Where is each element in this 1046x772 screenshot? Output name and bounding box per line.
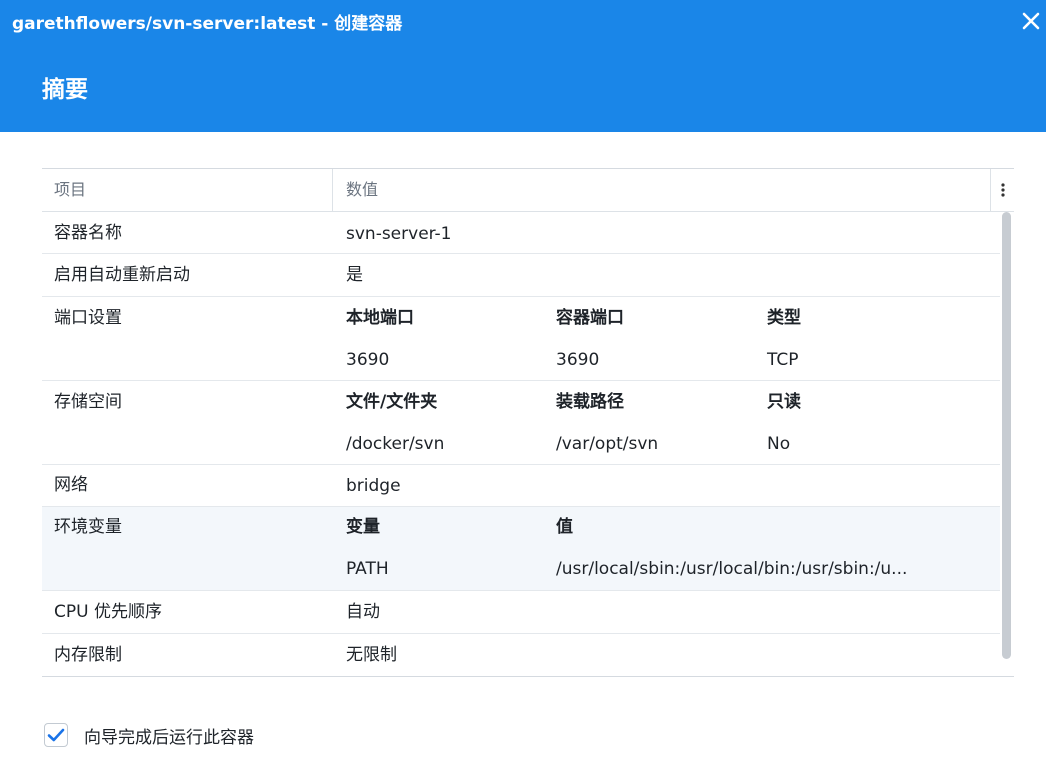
read-only-value: No bbox=[767, 434, 791, 454]
more-vertical-icon bbox=[1001, 183, 1005, 197]
row-value: 自动 bbox=[346, 602, 380, 622]
column-menu-button[interactable] bbox=[990, 169, 1015, 211]
table-row[interactable]: 存储空间 文件/文件夹 装载路径 只读 /docker/svn /var/opt… bbox=[42, 381, 1000, 465]
row-value: svn-server-1 bbox=[346, 224, 452, 244]
run-after-checkbox[interactable] bbox=[44, 723, 68, 747]
local-port-value: 3690 bbox=[346, 350, 390, 370]
column-divider[interactable] bbox=[332, 169, 333, 211]
table-row[interactable]: 环境变量 变量 值 PATH /usr/local/sbin:/usr/loca… bbox=[42, 507, 1000, 591]
checkmark-icon bbox=[47, 728, 65, 742]
window-title: garethflowers/svn-server:latest - 创建容器 bbox=[12, 14, 403, 34]
table-row[interactable]: CPU 优先顺序 自动 bbox=[42, 591, 1000, 634]
row-label: CPU 优先顺序 bbox=[54, 602, 162, 622]
subheader-variable: 变量 bbox=[346, 517, 380, 537]
dialog-header: garethflowers/svn-server:latest - 创建容器 摘… bbox=[0, 0, 1046, 132]
row-label: 内存限制 bbox=[54, 645, 122, 665]
step-title: 摘要 bbox=[42, 77, 88, 103]
table-header: 项目 数值 bbox=[42, 169, 1014, 212]
env-variable-value: /usr/local/sbin:/usr/local/bin:/usr/sbin… bbox=[556, 559, 908, 579]
subheader-mount-path: 装载路径 bbox=[556, 392, 624, 412]
subheader-local-port: 本地端口 bbox=[346, 308, 414, 328]
summary-table: 项目 数值 容器名称 svn-server-1 启用自动重新启动 是 端口设置 … bbox=[42, 168, 1014, 677]
table-row[interactable]: 启用自动重新启动 是 bbox=[42, 254, 1000, 297]
scrollbar-thumb[interactable] bbox=[1002, 212, 1011, 659]
subheader-value: 值 bbox=[556, 517, 573, 537]
row-label: 环境变量 bbox=[54, 517, 122, 537]
file-folder-value: /docker/svn bbox=[346, 434, 445, 454]
run-after-option: 向导完成后运行此容器 bbox=[44, 722, 254, 748]
subheader-type: 类型 bbox=[767, 308, 801, 328]
column-header-value[interactable]: 数值 bbox=[346, 169, 378, 211]
run-after-label[interactable]: 向导完成后运行此容器 bbox=[84, 723, 254, 748]
close-button[interactable] bbox=[1016, 6, 1046, 36]
env-variable-name: PATH bbox=[346, 559, 389, 579]
close-icon bbox=[1022, 12, 1040, 30]
table-row[interactable]: 容器名称 svn-server-1 bbox=[42, 212, 1000, 254]
row-value: 无限制 bbox=[346, 645, 397, 665]
container-port-value: 3690 bbox=[556, 350, 600, 370]
port-type-value: TCP bbox=[767, 350, 799, 370]
row-label: 存储空间 bbox=[54, 392, 122, 412]
row-label: 容器名称 bbox=[54, 223, 122, 243]
table-row[interactable]: 网络 bridge bbox=[42, 465, 1000, 507]
row-label: 网络 bbox=[54, 475, 88, 495]
table-row[interactable]: 内存限制 无限制 bbox=[42, 634, 1000, 675]
table-row[interactable]: 端口设置 本地端口 容器端口 类型 3690 3690 TCP bbox=[42, 297, 1000, 381]
subheader-read-only: 只读 bbox=[767, 392, 801, 412]
table-scrollbar[interactable] bbox=[1000, 212, 1014, 675]
row-value: bridge bbox=[346, 476, 401, 496]
row-label: 端口设置 bbox=[54, 308, 122, 328]
subheader-file-folder: 文件/文件夹 bbox=[346, 392, 438, 412]
subheader-container-port: 容器端口 bbox=[556, 308, 624, 328]
column-header-item[interactable]: 项目 bbox=[54, 169, 86, 211]
mount-path-value: /var/opt/svn bbox=[556, 434, 659, 454]
row-label: 启用自动重新启动 bbox=[54, 265, 190, 285]
row-value: 是 bbox=[346, 265, 363, 285]
